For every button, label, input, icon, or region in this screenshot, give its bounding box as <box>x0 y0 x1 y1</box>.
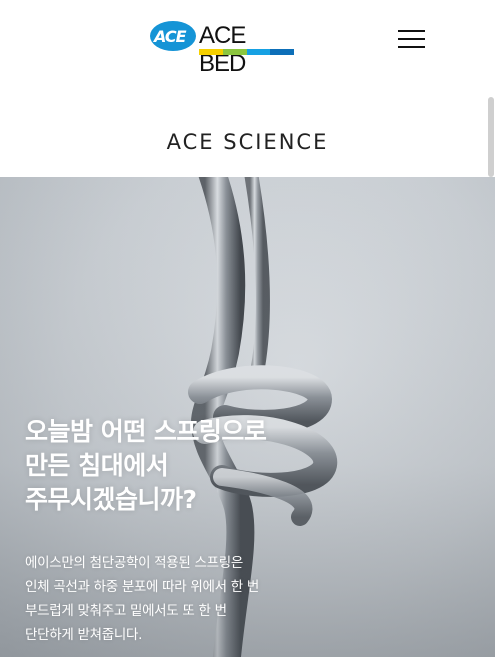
hero-headline: 오늘밤 어떤 스프링으로 만든 침대에서 주무시겠습니까? <box>25 415 345 517</box>
hero-banner: 오늘밤 어떤 스프링으로 만든 침대에서 주무시겠습니까? 에이스만의 첨단공학… <box>0 177 495 657</box>
logo-badge-text: ACE <box>154 27 187 46</box>
hero-description-line: 단단하게 받쳐줍니다. <box>25 627 143 643</box>
stripe-green <box>222 49 247 55</box>
stripe-lightblue <box>246 49 271 55</box>
site-header: ACE ACE BED <box>0 0 495 80</box>
hamburger-menu-icon[interactable] <box>398 28 426 50</box>
logo-color-stripe <box>199 49 294 55</box>
stripe-yellow <box>199 49 223 55</box>
ace-bed-logo[interactable]: ACE ACE BED <box>150 19 296 77</box>
hero-headline-line: 주무시겠습니까? <box>25 485 197 514</box>
stripe-blue <box>270 49 294 55</box>
hero-description-line: 에이스만의 첨단공학이 적용된 스프링은 <box>25 555 244 571</box>
hero-description-line: 인체 곡선과 하중 분포에 따라 위에서 한 번 <box>25 579 259 595</box>
hero-headline-line: 만든 침대에서 <box>25 451 169 480</box>
ace-badge-icon: ACE <box>150 21 196 51</box>
hero-description-line: 부드럽게 맞춰주고 밑에서도 또 한 번 <box>25 603 227 619</box>
hero-description: 에이스만의 첨단공학이 적용된 스프링은 인체 곡선과 하중 분포에 따라 위에… <box>25 551 325 647</box>
hero-headline-line: 오늘밤 어떤 스프링으로 <box>25 417 267 446</box>
section-title: ACE SCIENCE <box>166 130 329 154</box>
